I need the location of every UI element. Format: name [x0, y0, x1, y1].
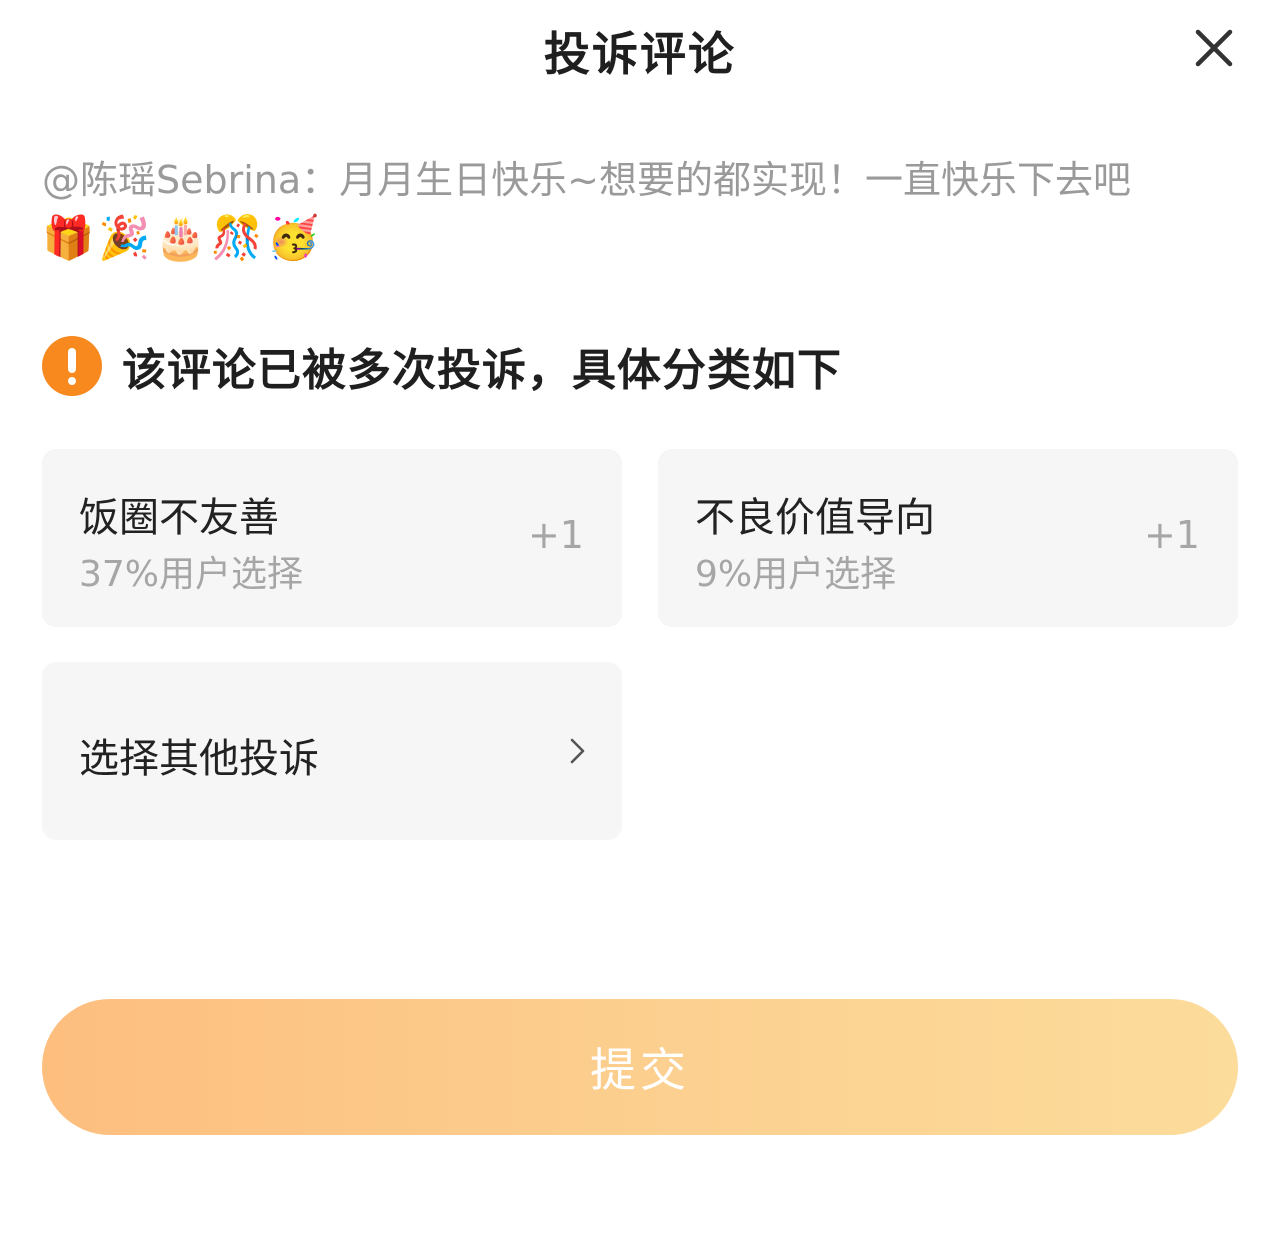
reported-comment: @陈瑶Sebrina：月月生日快乐~想要的都实现！一直快乐下去吧 🎁🎉🎂🎊🥳: [42, 152, 1238, 266]
chevron-right-icon: [570, 738, 585, 764]
complaint-sheet: 投诉评论 @陈瑶Sebrina：月月生日快乐~想要的都实现！一直快乐下去吧 🎁🎉…: [0, 0, 1280, 1237]
submit-button[interactable]: 提交: [42, 999, 1238, 1135]
option-percent: 9%用户选择: [695, 554, 897, 595]
other-complaint-label: 选择其他投诉: [79, 736, 319, 782]
option-percent: 37%用户选择: [79, 554, 304, 595]
notice-text: 该评论已被多次投诉，具体分类如下: [122, 345, 842, 396]
exclamation-circle-icon: [42, 336, 102, 396]
option-count: +1: [1143, 513, 1200, 557]
option-card-bad-values[interactable]: 不良价值导向 9%用户选择 +1: [658, 449, 1238, 627]
close-icon: [1195, 29, 1233, 67]
sheet-title: 投诉评论: [544, 27, 736, 81]
submit-label: 提交: [590, 1043, 690, 1097]
close-button[interactable]: [1192, 26, 1236, 70]
comment-emojis: 🎁🎉🎂🎊🥳: [42, 213, 324, 262]
option-label: 饭圈不友善: [79, 495, 279, 541]
option-label: 不良价值导向: [695, 495, 935, 541]
complaint-notice: 该评论已被多次投诉，具体分类如下: [42, 334, 842, 398]
option-card-fandom-unfriendly[interactable]: 饭圈不友善 37%用户选择 +1: [42, 449, 622, 627]
other-complaint-button[interactable]: 选择其他投诉: [42, 662, 622, 840]
comment-text: @陈瑶Sebrina：月月生日快乐~想要的都实现！一直快乐下去吧: [42, 158, 1132, 202]
option-count: +1: [527, 513, 584, 557]
